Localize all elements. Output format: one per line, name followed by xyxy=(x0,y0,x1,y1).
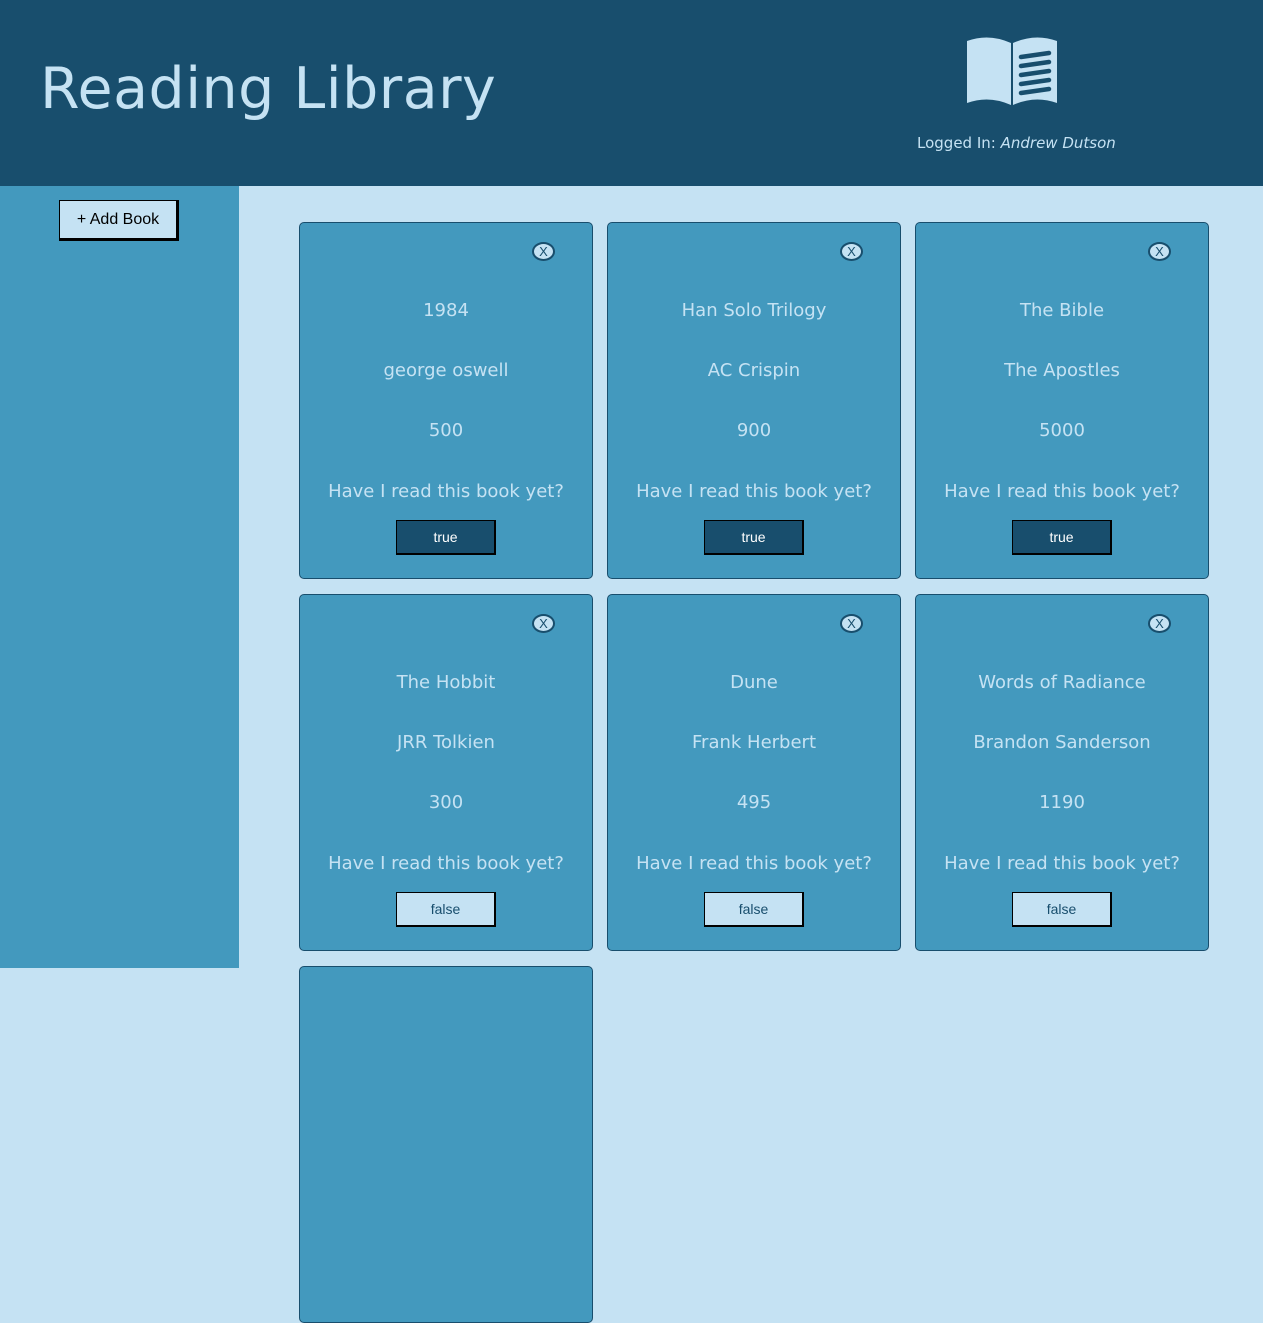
book-card xyxy=(299,966,593,1323)
read-question: Have I read this book yet? xyxy=(636,481,872,502)
book-card: X The Hobbit JRR Tolkien 300 Have I read… xyxy=(299,594,593,951)
book-card: X Han Solo Trilogy AC Crispin 900 Have I… xyxy=(607,222,901,579)
app-title: Reading Library xyxy=(40,56,497,122)
book-card: X 1984 george oswell 500 Have I read thi… xyxy=(299,222,593,579)
book-pages: 1190 xyxy=(1039,792,1085,813)
read-status-toggle[interactable]: true xyxy=(1012,520,1112,555)
book-pages: 900 xyxy=(736,420,772,441)
book-author: george oswell xyxy=(383,360,509,381)
sidebar xyxy=(0,186,239,968)
book-title: The Hobbit xyxy=(396,672,496,693)
book-title: Words of Radiance xyxy=(978,672,1146,693)
add-book-button[interactable]: + Add Book xyxy=(59,200,179,241)
remove-book-button[interactable]: X xyxy=(1148,614,1171,633)
book-pages: 300 xyxy=(428,792,464,813)
book-author: Brandon Sanderson xyxy=(973,732,1151,753)
book-author: The Apostles xyxy=(1004,360,1120,381)
open-book-icon xyxy=(967,37,1057,105)
book-card: X Words of Radiance Brandon Sanderson 11… xyxy=(915,594,1209,951)
read-status-toggle[interactable]: false xyxy=(704,892,804,927)
book-author: Frank Herbert xyxy=(692,732,816,753)
read-question: Have I read this book yet? xyxy=(328,853,564,874)
remove-book-button[interactable]: X xyxy=(532,614,555,633)
read-status-toggle[interactable]: true xyxy=(704,520,804,555)
book-pages: 495 xyxy=(736,792,772,813)
book-card: X Dune Frank Herbert 495 Have I read thi… xyxy=(607,594,901,951)
book-grid: X 1984 george oswell 500 Have I read thi… xyxy=(299,222,1209,1323)
read-status-toggle[interactable]: true xyxy=(396,520,496,555)
remove-book-button[interactable]: X xyxy=(840,614,863,633)
read-status-toggle[interactable]: false xyxy=(1012,892,1112,927)
read-status-toggle[interactable]: false xyxy=(396,892,496,927)
remove-book-button[interactable]: X xyxy=(532,242,555,261)
book-author: AC Crispin xyxy=(707,360,801,381)
read-question: Have I read this book yet? xyxy=(944,853,1180,874)
logged-in-label: Logged In: xyxy=(917,134,996,152)
logged-in-status: Logged In: Andrew Dutson xyxy=(917,134,1116,152)
book-card: X The Bible The Apostles 5000 Have I rea… xyxy=(915,222,1209,579)
book-title: 1984 xyxy=(423,300,469,321)
app-header: Reading Library Logged In: Andrew Dutson xyxy=(0,0,1263,186)
read-question: Have I read this book yet? xyxy=(636,853,872,874)
read-question: Have I read this book yet? xyxy=(328,481,564,502)
remove-book-button[interactable]: X xyxy=(840,242,863,261)
book-title: Han Solo Trilogy xyxy=(681,300,827,321)
book-pages: 5000 xyxy=(1039,420,1085,441)
book-author: JRR Tolkien xyxy=(397,732,495,753)
book-pages: 500 xyxy=(428,420,464,441)
remove-book-button[interactable]: X xyxy=(1148,242,1171,261)
user-name: Andrew Dutson xyxy=(1000,134,1116,152)
book-title: The Bible xyxy=(1019,300,1105,321)
read-question: Have I read this book yet? xyxy=(944,481,1180,502)
book-title: Dune xyxy=(730,672,778,693)
